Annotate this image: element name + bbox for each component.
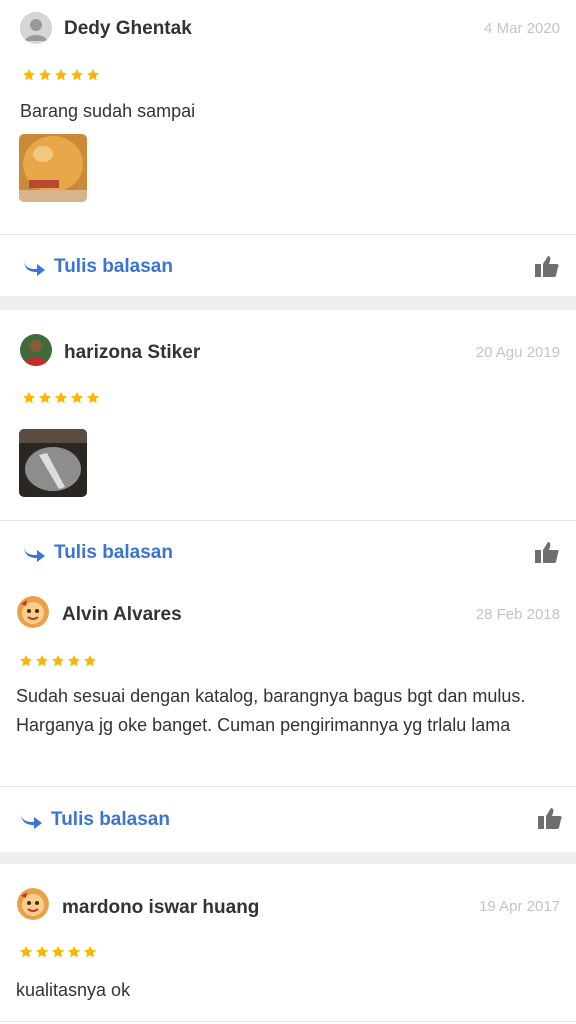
review-date: 20 Agu 2019 xyxy=(475,344,560,361)
like-button[interactable] xyxy=(537,806,563,832)
star-icon xyxy=(35,945,49,958)
reply-label: Tulis balasan xyxy=(54,256,173,277)
star-icon xyxy=(19,945,33,958)
star-icon xyxy=(51,945,65,958)
reply-button[interactable]: Tulis balasan xyxy=(19,809,170,831)
star-icon xyxy=(86,68,100,81)
product-photo-jar xyxy=(19,134,87,202)
section-gap xyxy=(0,852,576,864)
thumbs-up-icon xyxy=(538,808,562,829)
star-icon xyxy=(19,654,33,667)
star-icon xyxy=(35,654,49,667)
star-icon xyxy=(70,68,84,81)
reply-label: Tulis balasan xyxy=(54,542,173,563)
user-photo xyxy=(20,334,52,366)
star-icon xyxy=(51,654,65,667)
default-user-icon xyxy=(20,12,52,44)
star-rating xyxy=(22,391,100,405)
divider xyxy=(0,520,576,521)
avatar[interactable] xyxy=(17,888,49,920)
reply-arrow-icon xyxy=(24,259,45,276)
review-date: 28 Feb 2018 xyxy=(475,606,560,623)
review-card: mardono iswar huang 19 Apr 2017 kualitas… xyxy=(0,864,576,1024)
star-icon xyxy=(67,945,81,958)
like-button[interactable] xyxy=(534,540,560,566)
reviewer-name[interactable]: Dedy Ghentak xyxy=(64,18,192,40)
divider xyxy=(0,1021,576,1022)
reviewer-name[interactable]: Alvin Alvares xyxy=(62,604,182,626)
star-icon xyxy=(38,68,52,81)
star-icon xyxy=(22,391,36,404)
review-text: Barang sudah sampai xyxy=(20,101,196,121)
star-icon xyxy=(83,654,97,667)
star-rating xyxy=(19,945,97,959)
review-card: harizona Stiker 20 Agu 2019 Tulis balasa… xyxy=(0,310,576,586)
star-icon xyxy=(86,391,100,404)
reply-arrow-icon xyxy=(21,812,42,829)
review-photo[interactable] xyxy=(19,134,87,202)
divider xyxy=(0,786,576,787)
cartoon-avatar-icon xyxy=(17,888,49,920)
star-icon xyxy=(70,391,84,404)
review-photo[interactable] xyxy=(19,429,87,497)
avatar[interactable] xyxy=(20,334,52,366)
review-card: Dedy Ghentak 4 Mar 2020 Barang sudah sam… xyxy=(0,0,576,296)
star-icon xyxy=(38,391,52,404)
divider xyxy=(0,234,576,235)
like-button[interactable] xyxy=(534,254,560,280)
reply-button[interactable]: Tulis balasan xyxy=(22,256,173,278)
star-rating xyxy=(19,654,97,668)
reply-button[interactable]: Tulis balasan xyxy=(22,542,173,564)
thumbs-up-icon xyxy=(535,256,559,277)
review-date: 4 Mar 2020 xyxy=(484,20,560,37)
star-rating xyxy=(22,68,100,82)
star-icon xyxy=(83,945,97,958)
star-icon xyxy=(54,68,68,81)
thumbs-up-icon xyxy=(535,542,559,563)
review-date: 19 Apr 2017 xyxy=(479,898,560,915)
reply-arrow-icon xyxy=(24,545,45,562)
star-icon xyxy=(54,391,68,404)
product-photo-pot xyxy=(19,429,87,497)
review-text: kualitasnya ok xyxy=(16,980,131,1000)
review-card: Alvin Alvares 28 Feb 2018 Sudah sesuai d… xyxy=(0,586,576,852)
star-icon xyxy=(67,654,81,667)
review-text: Sudah sesuai dengan katalog, barangnya b… xyxy=(16,686,526,735)
star-icon xyxy=(22,68,36,81)
reviewer-name[interactable]: harizona Stiker xyxy=(64,342,200,364)
cartoon-avatar-icon xyxy=(17,596,49,628)
reply-label: Tulis balasan xyxy=(51,809,170,830)
section-gap xyxy=(0,296,576,310)
avatar[interactable] xyxy=(20,12,52,44)
avatar[interactable] xyxy=(17,596,49,628)
reviewer-name[interactable]: mardono iswar huang xyxy=(62,897,259,919)
